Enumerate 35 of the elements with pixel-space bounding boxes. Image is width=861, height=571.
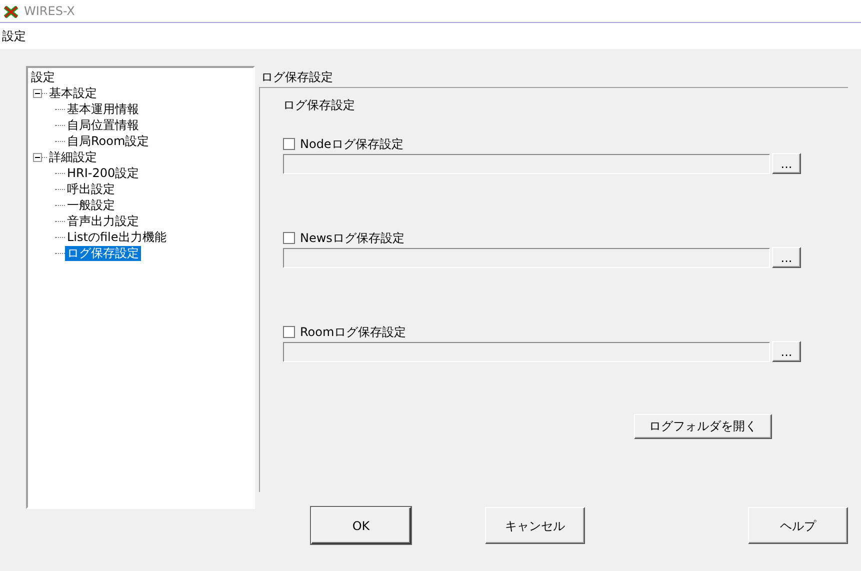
path-field[interactable]	[283, 248, 770, 268]
tree-item[interactable]: 音声出力設定	[65, 214, 141, 228]
tree-item[interactable]: 自局位置情報	[65, 118, 141, 132]
cancel-button[interactable]: キャンセル	[485, 507, 585, 544]
group-title: ログ保存設定	[283, 98, 355, 112]
checkbox[interactable]	[283, 138, 295, 150]
ok-button[interactable]: OK	[311, 507, 411, 544]
help-button[interactable]: ヘルプ	[748, 507, 848, 544]
tree-item[interactable]: HRI-200設定	[65, 166, 142, 180]
page-heading: 設定	[2, 29, 26, 43]
browse-button[interactable]: ...	[772, 247, 801, 268]
path-field[interactable]	[283, 154, 770, 174]
collapse-toggle-icon[interactable]	[33, 152, 42, 162]
app-logo-icon	[4, 6, 18, 18]
browse-button[interactable]: ...	[772, 341, 801, 362]
checkbox-label: Newsログ保存設定	[300, 230, 404, 247]
collapse-toggle-icon[interactable]	[33, 88, 42, 98]
tree-item[interactable]: 設定	[29, 70, 57, 84]
checkbox[interactable]	[283, 232, 295, 244]
tree-item[interactable]: 一般設定	[65, 198, 117, 212]
checkbox-label: Nodeログ保存設定	[300, 136, 404, 153]
tree-item[interactable]: 自局Room設定	[65, 134, 152, 148]
checkbox[interactable]	[283, 326, 295, 338]
window-title: WIRES-X	[24, 3, 75, 20]
tree-item[interactable]: ログ保存設定	[65, 246, 141, 260]
browse-button[interactable]: ...	[772, 153, 801, 174]
tree-item[interactable]: 基本運用情報	[65, 102, 141, 116]
path-field[interactable]	[283, 342, 770, 362]
checkbox-label: Roomログ保存設定	[300, 324, 406, 341]
tree-item[interactable]: 呼出設定	[65, 182, 117, 196]
tree-item[interactable]: 詳細設定	[47, 150, 99, 164]
tree-item[interactable]: 基本設定	[47, 86, 99, 100]
tree-item[interactable]: Listのfile出力機能	[65, 230, 168, 244]
panel-title: ログ保存設定	[261, 70, 333, 84]
open-log-folder-button[interactable]: ログフォルダを開く	[634, 414, 772, 438]
